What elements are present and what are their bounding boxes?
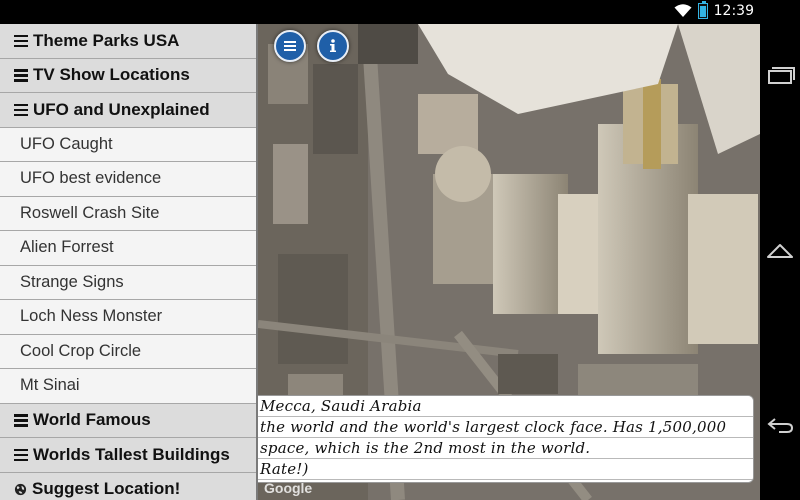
menu-item-label: UFO and Unexplained (33, 99, 210, 119)
menu-item-label: Worlds Tallest Buildings (33, 444, 230, 464)
menu-item-label: Suggest Location! (32, 479, 181, 499)
caption-line: Rate!) (260, 460, 309, 478)
menu-category-ufo[interactable]: UFO and Unexplained (0, 93, 256, 128)
menu-item-label: Roswell Crash Site (20, 203, 160, 222)
menu-item-label: Mt Sinai (20, 376, 80, 395)
caption-line: Mecca, Saudi Arabia (260, 397, 422, 415)
back-icon (767, 418, 794, 433)
menu-item-alien-forrest[interactable]: Alien Forrest (0, 231, 256, 266)
list-button[interactable] (274, 30, 306, 62)
home-button[interactable] (760, 220, 800, 280)
menu-item-ufo-caught[interactable]: UFO Caught (0, 127, 256, 162)
menu-item-crop-circle[interactable]: Cool Crop Circle (0, 334, 256, 369)
menu-item-label: UFO Caught (20, 134, 113, 153)
menu-icon (14, 103, 28, 117)
menu-category-tv-show[interactable]: TV Show Locations (0, 58, 256, 93)
status-icons: 12:39 (674, 1, 754, 19)
info-button[interactable] (317, 30, 349, 62)
menu-category-tallest-buildings[interactable]: Worlds Tallest Buildings (0, 438, 256, 473)
recent-apps-button[interactable] (760, 45, 800, 105)
wifi-icon (674, 4, 692, 17)
list-icon (284, 41, 296, 51)
recent-apps-icon (768, 67, 795, 84)
menu-item-label: World Famous (33, 410, 151, 430)
back-button[interactable] (760, 395, 800, 455)
menu-item-mt-sinai[interactable]: Mt Sinai (0, 369, 256, 404)
menu-item-label: Cool Crop Circle (20, 341, 142, 360)
menu-item-loch-ness[interactable]: Loch Ness Monster (0, 300, 256, 335)
menu-item-label: Loch Ness Monster (20, 307, 163, 326)
menu-item-label: Alien Forrest (20, 238, 114, 257)
menu-item-strange-signs[interactable]: Strange Signs (0, 265, 256, 300)
menu-category-theme-parks[interactable]: Theme Parks USA (0, 24, 256, 59)
location-caption[interactable]: Mecca, Saudi Arabia the world and the wo… (258, 395, 754, 483)
globe-icon (14, 483, 27, 495)
caption-line: the world and the world's largest clock … (260, 418, 727, 436)
menu-item-label: UFO best evidence (20, 169, 162, 188)
menu-item-label: TV Show Locations (33, 65, 190, 85)
info-icon (330, 39, 336, 52)
menu-category-world-famous[interactable]: World Famous (0, 403, 256, 438)
battery-icon (697, 1, 708, 19)
menu-icon (14, 34, 28, 48)
status-bar: 12:39 (0, 0, 760, 24)
menu-item-ufo-evidence[interactable]: UFO best evidence (0, 162, 256, 197)
android-nav-bar (760, 0, 800, 500)
caption-line: space, which is the 2nd most in the worl… (260, 439, 591, 457)
menu-icon (14, 69, 28, 82)
location-menu[interactable]: Theme Parks USA TV Show Locations UFO an… (0, 24, 258, 500)
menu-suggest-location[interactable]: Suggest Location! (0, 472, 256, 500)
menu-icon (14, 448, 28, 462)
caption-text: Mecca, Saudi Arabia the world and the wo… (260, 396, 750, 480)
menu-icon (14, 414, 28, 427)
menu-item-label: Strange Signs (20, 272, 124, 291)
menu-item-label: Theme Parks USA (33, 30, 180, 50)
status-time: 12:39 (713, 3, 754, 19)
menu-item-roswell[interactable]: Roswell Crash Site (0, 196, 256, 231)
home-icon (767, 244, 793, 258)
